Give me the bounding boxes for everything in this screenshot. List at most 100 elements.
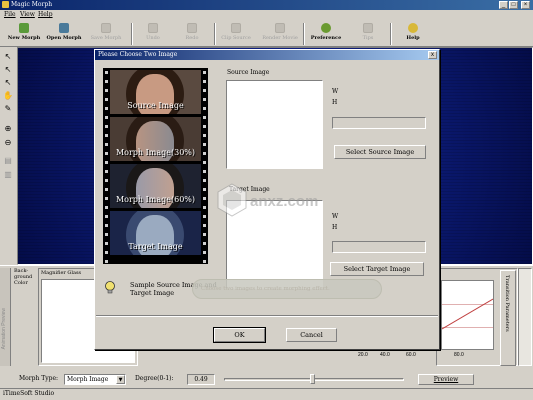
film-sprocket xyxy=(203,107,206,110)
right-scrollbar[interactable] xyxy=(518,268,532,366)
target-width-label: W xyxy=(332,213,339,220)
film-sprocket xyxy=(203,215,206,218)
morph-type-value: Morph Image xyxy=(67,376,109,383)
film-sprocket xyxy=(105,89,108,92)
film-sprocket xyxy=(203,179,206,182)
fit-view-icon[interactable]: ▤ xyxy=(2,155,14,167)
undo-label: Undo xyxy=(146,35,160,41)
film-sprocket xyxy=(203,125,206,128)
dialog-separator xyxy=(96,315,438,317)
film-sprocket xyxy=(105,80,108,83)
redo-button[interactable]: Redo xyxy=(172,22,212,46)
film-sprocket xyxy=(203,260,206,263)
status-text: iTimeSoft Studio xyxy=(3,390,55,397)
film-sprocket xyxy=(203,71,206,74)
film-sprocket xyxy=(105,242,108,245)
preview-button[interactable]: Preview xyxy=(418,374,474,385)
film-sprocket xyxy=(203,161,206,164)
transition-graph[interactable] xyxy=(441,280,494,350)
watermark-text: anxz.com xyxy=(250,193,318,210)
app-icon xyxy=(2,1,9,8)
actual-size-icon[interactable]: ▥ xyxy=(2,169,14,181)
zoom-in-icon[interactable]: ⊕ xyxy=(2,123,14,135)
film-sprocket xyxy=(203,80,206,83)
menu-file[interactable]: File xyxy=(4,10,16,20)
eyedropper-tool-icon[interactable]: ✎ xyxy=(2,103,14,115)
maximize-button[interactable]: □ xyxy=(509,1,518,9)
lightbulb-icon xyxy=(105,281,115,294)
cancel-button[interactable]: Cancel xyxy=(286,328,337,342)
new-morph-button[interactable]: New Morph xyxy=(4,22,44,46)
preference-icon xyxy=(321,23,331,33)
graph-tick: 40.0 xyxy=(380,352,390,358)
watermark-logo: anxz.com xyxy=(210,178,320,218)
film-sprocket xyxy=(203,197,206,200)
undo-button[interactable]: Undo xyxy=(133,22,173,46)
animation-preview-tab[interactable]: Animation Preview xyxy=(0,268,11,366)
film-sprocket xyxy=(203,233,206,236)
film-sprocket xyxy=(105,161,108,164)
film-caption: Source Image xyxy=(127,101,184,110)
select-source-image-button[interactable]: Select Source Image xyxy=(334,145,426,159)
source-group-label: Source Image xyxy=(227,69,270,76)
animation-preview-tab-label: Animation Preview xyxy=(1,308,7,350)
close-window-button[interactable]: × xyxy=(521,1,530,9)
move-point-tool-icon[interactable]: ↖ xyxy=(2,77,14,89)
open-morph-button[interactable]: Open Morph xyxy=(44,22,84,46)
film-sprocket xyxy=(203,251,206,254)
morph-type-label: Morph Type: xyxy=(19,375,59,382)
film-sprocket xyxy=(105,134,108,137)
dialog-close-button[interactable]: x xyxy=(428,51,437,59)
menu-bar: File View Help xyxy=(0,10,533,20)
tips-button[interactable]: Tips xyxy=(348,22,388,46)
ok-button[interactable]: OK xyxy=(213,327,266,343)
film-sprocket xyxy=(203,206,206,209)
film-caption: Target Image xyxy=(128,242,183,251)
help-icon xyxy=(408,23,418,33)
menu-help[interactable]: Help xyxy=(38,10,53,20)
film-sprocket xyxy=(105,251,108,254)
film-caption: Morph Image(60%) xyxy=(115,195,196,204)
clip-source-label: Clip Source xyxy=(221,35,251,41)
degree-value[interactable]: 0.49 xyxy=(187,374,215,385)
film-sprocket xyxy=(105,233,108,236)
help-label: Help xyxy=(406,35,420,41)
film-sprocket xyxy=(203,170,206,173)
film-sprocket xyxy=(105,107,108,110)
film-sprocket xyxy=(105,179,108,182)
film-sprocket xyxy=(105,260,108,263)
morph-type-select[interactable]: Morph Image ▼ xyxy=(64,374,126,385)
preference-button[interactable]: Preference xyxy=(306,22,346,46)
film-frame-target: Target Image xyxy=(110,211,201,255)
film-sprocket xyxy=(203,242,206,245)
hand-tool-icon[interactable]: ✋ xyxy=(2,90,14,102)
tips-label: Tips xyxy=(362,35,374,41)
source-height-label: H xyxy=(332,99,338,106)
minimize-button[interactable]: _ xyxy=(499,1,508,9)
help-button[interactable]: Help xyxy=(393,22,433,46)
clip-source-button[interactable]: Clip Source xyxy=(216,22,256,46)
add-point-tool-icon[interactable]: ↖ xyxy=(2,64,14,76)
film-sprocket xyxy=(203,188,206,191)
zoom-out-icon[interactable]: ⊖ xyxy=(2,137,14,149)
redo-icon xyxy=(187,23,197,33)
render-movie-button[interactable]: Render Movie xyxy=(260,22,300,46)
render-movie-icon xyxy=(275,23,285,33)
transition-parameters-tab[interactable]: Transition Parameters xyxy=(500,270,516,366)
redo-label: Redo xyxy=(185,35,199,41)
target-height-label: H xyxy=(332,224,338,231)
degree-slider-thumb[interactable] xyxy=(310,374,316,384)
menu-view[interactable]: View xyxy=(20,10,35,20)
film-sprocket xyxy=(105,206,108,209)
status-bar xyxy=(0,388,533,400)
film-sprocket xyxy=(105,98,108,101)
save-morph-button[interactable]: Save Morph xyxy=(86,22,126,46)
select-target-image-button[interactable]: Select Target Image xyxy=(330,262,424,276)
preference-label: Preference xyxy=(310,35,342,41)
chevron-down-icon[interactable]: ▼ xyxy=(116,375,125,384)
pointer-tool-icon[interactable]: ↖ xyxy=(2,51,14,63)
open-morph-label: Open Morph xyxy=(46,35,82,41)
film-sprocket xyxy=(203,116,206,119)
film-sprocket xyxy=(203,98,206,101)
tips-icon xyxy=(363,23,373,33)
